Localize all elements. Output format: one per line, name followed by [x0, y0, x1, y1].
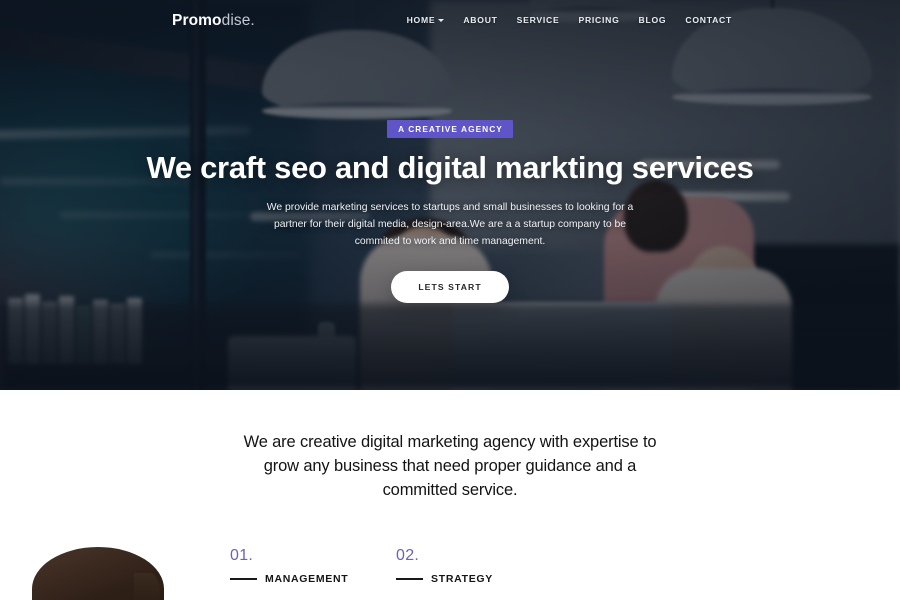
- hero-title: We craft seo and digital markting servic…: [146, 150, 754, 185]
- site-header: Promodise. HOME ABOUT SERVICE PRICING BL…: [0, 0, 900, 44]
- nav-item-label: BLOG: [638, 15, 667, 25]
- nav-item-contact[interactable]: CONTACT: [685, 15, 732, 25]
- hero-section: Promodise. HOME ABOUT SERVICE PRICING BL…: [0, 0, 900, 390]
- portrait-photo: [18, 546, 178, 600]
- main-navigation: HOME ABOUT SERVICE PRICING BLOG CONTACT: [407, 15, 732, 25]
- features-row: 01. MANAGEMENT we founded September with…: [0, 546, 900, 600]
- nav-item-pricing[interactable]: PRICING: [578, 15, 619, 25]
- about-heading: We are creative digital marketing agency…: [243, 433, 657, 499]
- hero-badge: A CREATIVE AGENCY: [387, 120, 513, 138]
- feature-heading: MANAGEMENT: [230, 573, 396, 585]
- feature-title: STRATEGY: [431, 572, 493, 585]
- feature-heading: STRATEGY: [396, 573, 562, 585]
- logo-light-text: dise.: [221, 12, 255, 29]
- nav-item-about[interactable]: ABOUT: [463, 15, 497, 25]
- feature-number: 01.: [230, 546, 254, 564]
- nav-item-label: ABOUT: [463, 15, 498, 25]
- hero-subtitle: We provide marketing services to startup…: [266, 202, 634, 247]
- chevron-down-icon: [438, 19, 445, 22]
- feature-card-strategy: 02. STRATEGY We're full service which me…: [396, 547, 562, 600]
- dash-divider-icon: [230, 577, 257, 580]
- hero-content: A CREATIVE AGENCY We craft seo and digit…: [0, 0, 900, 390]
- feature-title: MANAGEMENT: [265, 572, 349, 585]
- nav-item-home[interactable]: HOME: [407, 15, 445, 25]
- nav-item-label: SERVICE: [516, 15, 560, 25]
- nav-item-label: HOME: [406, 15, 436, 25]
- logo-bold-text: Promo: [172, 12, 222, 29]
- nav-item-label: CONTACT: [685, 15, 732, 25]
- feature-number: 02.: [396, 546, 420, 564]
- lets-start-button[interactable]: LETS START: [391, 270, 509, 303]
- feature-card-management: 01. MANAGEMENT we founded September with…: [230, 547, 396, 600]
- nav-item-blog[interactable]: BLOG: [639, 15, 667, 25]
- nav-item-label: PRICING: [578, 15, 620, 25]
- portrait-column: [0, 546, 230, 600]
- nav-item-service[interactable]: SERVICE: [517, 15, 560, 25]
- portrait-hair: [32, 546, 164, 600]
- dash-divider-icon: [396, 577, 423, 580]
- site-logo[interactable]: Promodise.: [172, 12, 255, 30]
- about-section: We are creative digital marketing agency…: [0, 390, 900, 600]
